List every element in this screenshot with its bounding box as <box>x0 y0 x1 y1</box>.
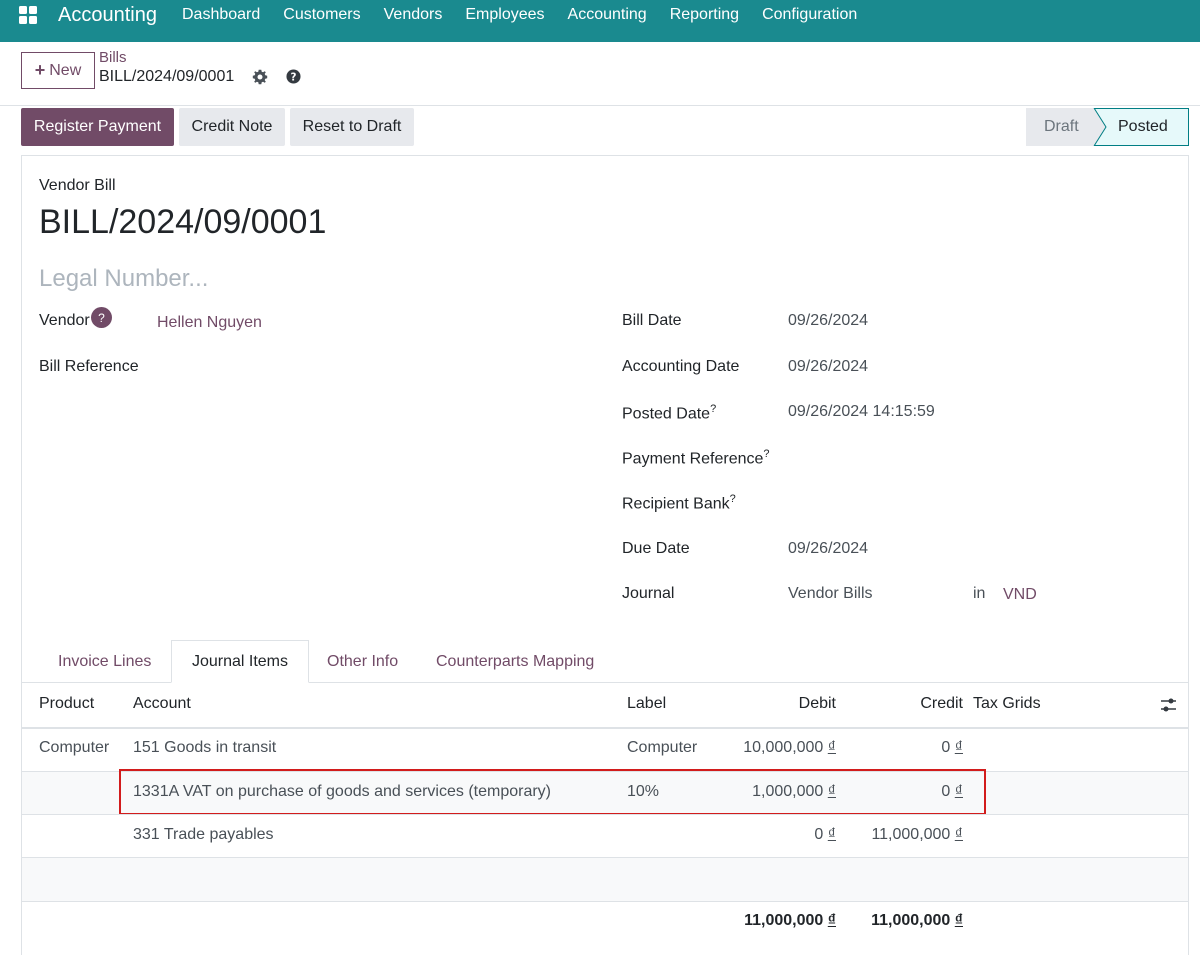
currency-symbol: ₫ <box>827 826 836 843</box>
highlight-annotation <box>119 769 986 815</box>
currency-symbol: ₫ <box>827 912 836 929</box>
control-panel: + New Bills BILL/2024/09/0001 ? <box>0 42 1200 106</box>
svg-text:?: ? <box>291 71 297 83</box>
row-credit-amount: 0 <box>941 739 951 756</box>
empty-row <box>22 858 1188 901</box>
breadcrumb-current: BILL/2024/09/0001 <box>99 68 235 85</box>
help-icon[interactable]: ? <box>286 69 301 84</box>
row-product: Computer <box>39 739 110 756</box>
recipient-bank-help[interactable]: ? <box>730 493 736 505</box>
journal-value[interactable]: Vendor Bills <box>788 585 873 603</box>
currency-value[interactable]: VND <box>1003 586 1037 604</box>
posted-date-label-text: Posted Date <box>622 405 711 423</box>
document-title: BILL/2024/09/0001 <box>39 203 327 241</box>
apps-grid-icon[interactable] <box>18 5 38 25</box>
menu-accounting[interactable]: Accounting <box>568 6 647 24</box>
col-label[interactable]: Label <box>627 695 666 713</box>
register-payment-button[interactable]: Register Payment <box>21 108 174 146</box>
menu-vendors[interactable]: Vendors <box>384 6 443 24</box>
currency-symbol: ₫ <box>954 739 963 756</box>
credit-note-button[interactable]: Credit Note <box>179 108 285 146</box>
gear-icon[interactable] <box>252 69 268 85</box>
total-debit: 11,000,000 ₫ <box>700 912 836 930</box>
new-button[interactable]: + New <box>21 52 95 89</box>
row-divider <box>22 901 1188 902</box>
menu-employees[interactable]: Employees <box>465 6 544 24</box>
table-header-divider <box>22 727 1188 729</box>
reset-to-draft-button[interactable]: Reset to Draft <box>290 108 414 146</box>
legal-number-field[interactable]: Legal Number... <box>39 265 208 293</box>
status-posted[interactable]: Posted <box>1093 108 1189 146</box>
status-arrow-icon <box>1093 108 1107 146</box>
bill-date-value[interactable]: 09/26/2024 <box>788 312 868 330</box>
tab-counterparts-mapping[interactable]: Counterparts Mapping <box>436 640 594 683</box>
breadcrumb-bills[interactable]: Bills <box>99 49 127 66</box>
posted-date-help[interactable]: ? <box>710 403 716 415</box>
row-debit-amount: 0 <box>814 826 824 843</box>
recipient-bank-label: Recipient Bank? <box>622 493 736 513</box>
row-debit: 0 ₫ <box>700 826 836 844</box>
total-debit-amount: 11,000,000 <box>744 912 824 929</box>
journal-label: Journal <box>622 585 675 602</box>
total-credit: 11,000,000 ₫ <box>840 912 963 930</box>
payment-reference-help[interactable]: ? <box>763 448 769 460</box>
row-account: 151 Goods in transit <box>133 739 277 756</box>
posted-date-value: 09/26/2024 14:15:59 <box>788 403 935 420</box>
col-account[interactable]: Account <box>133 695 191 713</box>
tab-invoice-lines[interactable]: Invoice Lines <box>58 640 151 683</box>
col-debit[interactable]: Debit <box>740 695 836 713</box>
tab-journal-items[interactable]: Journal Items <box>171 640 309 683</box>
row-divider <box>22 814 1188 815</box>
accounting-date-label: Accounting Date <box>622 358 740 375</box>
plus-icon: + <box>34 60 46 80</box>
col-product[interactable]: Product <box>39 695 94 713</box>
vendor-label: Vendor <box>39 312 90 329</box>
row-account: 331 Trade payables <box>133 826 274 843</box>
vendor-help-icon[interactable]: ? <box>91 307 112 328</box>
row-credit: 11,000,000 ₫ <box>840 826 963 844</box>
journal-in-text: in <box>973 585 986 602</box>
col-tax-grids[interactable]: Tax Grids <box>973 695 1041 713</box>
row-label: Computer <box>627 739 698 756</box>
recipient-bank-label-text: Recipient Bank <box>622 495 730 513</box>
currency-symbol: ₫ <box>954 826 963 843</box>
payment-reference-label-text: Payment Reference <box>622 450 764 468</box>
row-credit: 0 ₫ <box>840 739 963 757</box>
due-date-value[interactable]: 09/26/2024 <box>788 540 868 558</box>
main-menu: Dashboard Customers Vendors Employees Ac… <box>182 6 880 24</box>
document-type: Vendor Bill <box>39 177 116 194</box>
col-credit[interactable]: Credit <box>860 695 963 713</box>
accounting-date-value[interactable]: 09/26/2024 <box>788 358 868 376</box>
total-credit-amount: 11,000,000 <box>871 912 951 929</box>
top-navbar: Accounting Dashboard Customers Vendors E… <box>0 0 1200 42</box>
row-debit: 10,000,000 ₫ <box>700 739 836 757</box>
menu-customers[interactable]: Customers <box>283 6 360 24</box>
menu-configuration[interactable]: Configuration <box>762 6 857 24</box>
bill-date-label: Bill Date <box>622 312 682 329</box>
tab-other-info[interactable]: Other Info <box>327 640 398 683</box>
currency-symbol: ₫ <box>827 739 836 756</box>
currency-symbol: ₫ <box>954 912 963 929</box>
column-settings-icon[interactable] <box>1160 697 1177 713</box>
menu-dashboard[interactable]: Dashboard <box>182 6 260 24</box>
row-credit-amount: 11,000,000 <box>871 826 951 843</box>
status-draft[interactable]: Draft <box>1026 108 1094 146</box>
bill-reference-label: Bill Reference <box>39 358 139 375</box>
app-name[interactable]: Accounting <box>58 4 157 27</box>
row-debit-amount: 10,000,000 <box>743 739 824 756</box>
posted-date-label: Posted Date? <box>622 403 716 423</box>
new-button-label: New <box>49 61 82 79</box>
vendor-value[interactable]: Hellen Nguyen <box>157 314 262 332</box>
due-date-label: Due Date <box>622 540 690 557</box>
payment-reference-label: Payment Reference? <box>622 448 770 468</box>
menu-reporting[interactable]: Reporting <box>670 6 739 24</box>
